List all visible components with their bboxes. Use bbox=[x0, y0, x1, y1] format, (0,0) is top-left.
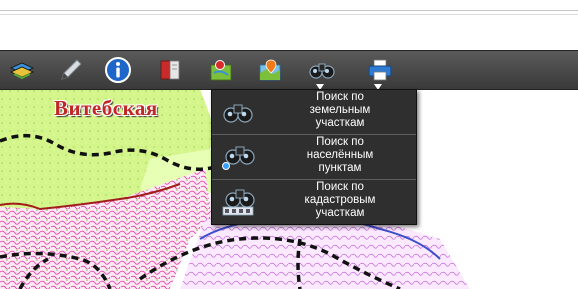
browser-top-band bbox=[0, 0, 578, 30]
map-marker-icon[interactable] bbox=[256, 56, 284, 84]
pencil-icon[interactable] bbox=[57, 56, 85, 84]
search-binoculars-button[interactable] bbox=[308, 56, 336, 90]
binoculars-location-icon bbox=[222, 146, 255, 170]
menu-item-search-cadastral-plots[interactable]: Поиск по кадастровым участкам bbox=[212, 180, 416, 224]
divider-line bbox=[0, 10, 578, 11]
menu-item-search-settlements[interactable]: Поиск по населённым пунктам bbox=[212, 135, 416, 179]
binoculars-icon bbox=[309, 63, 335, 79]
menu-item-search-land-plots[interactable]: Поиск по земельным участкам bbox=[212, 90, 416, 134]
binoculars-icon bbox=[223, 104, 253, 123]
divider-line bbox=[0, 14, 578, 15]
menu-item-label: Поиск по земельным участкам bbox=[309, 91, 371, 129]
menu-item-label: Поиск по кадастровым участкам bbox=[304, 181, 376, 219]
binoculars-ab-icon bbox=[222, 189, 255, 216]
map-toolbar bbox=[0, 50, 578, 90]
menu-item-label: Поиск по населённым пунктам bbox=[306, 136, 374, 174]
info-icon[interactable] bbox=[104, 56, 132, 84]
printer-icon bbox=[368, 59, 392, 81]
book-icon[interactable] bbox=[156, 56, 184, 84]
search-dropdown-menu: Поиск по земельным участкам Поиск по нас… bbox=[211, 89, 417, 225]
print-button[interactable] bbox=[366, 56, 394, 90]
layers-stack-icon[interactable] bbox=[8, 56, 36, 84]
map-pin-icon[interactable] bbox=[207, 56, 235, 84]
region-label: Витебская bbox=[54, 96, 158, 120]
